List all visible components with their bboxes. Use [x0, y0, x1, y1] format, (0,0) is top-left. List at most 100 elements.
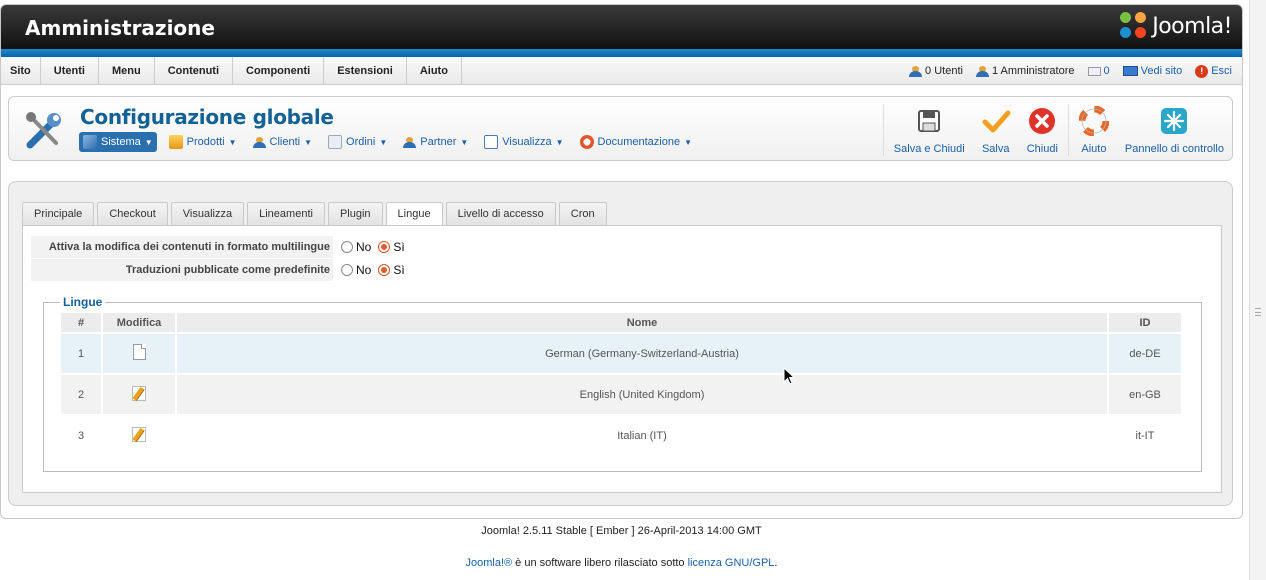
save-button[interactable]: Salva — [973, 104, 1019, 156]
logout-link[interactable]: ! Esci — [1195, 64, 1232, 78]
menu-aiuto[interactable]: Aiuto — [407, 57, 462, 85]
submenu-label: Prodotti — [186, 136, 225, 148]
submenu-label: Partner — [420, 136, 457, 148]
submenu-ordini[interactable]: Ordini ▼ — [324, 132, 391, 152]
users-icon — [252, 136, 266, 148]
tab-plugin[interactable]: Plugin — [327, 202, 383, 225]
row-num: 2 — [61, 375, 101, 414]
row-edit-cell — [103, 416, 175, 455]
license-end: . — [774, 557, 778, 569]
joomla-logo: Joomla! — [1120, 11, 1232, 41]
help-label: Aiuto — [1081, 143, 1107, 155]
joomla-wordmark: Joomla! — [1152, 13, 1232, 39]
tab-lineamenti[interactable]: Lineamenti — [247, 202, 325, 225]
logout-icon: ! — [1195, 64, 1209, 78]
close-button[interactable]: Chiudi — [1019, 104, 1066, 156]
main-menubar: Sito Utenti Menu Contenuti Componenti Es… — [1, 57, 1242, 85]
caret-down-icon: ▼ — [304, 137, 313, 147]
help-button[interactable]: Aiuto — [1071, 104, 1117, 156]
row-edit-cell — [103, 375, 175, 414]
status-bar: 0 Utenti 1 Amministratore 0 Vedi sito ! E… — [909, 57, 1232, 85]
caret-down-icon: ▼ — [460, 137, 469, 147]
table-row[interactable]: 1 German (Germany-Switzerland-Austria) d… — [61, 334, 1181, 373]
users-status: 0 Utenti — [909, 65, 963, 77]
submenu-label: Documentazione — [597, 136, 681, 148]
tab-principale[interactable]: Principale — [22, 202, 95, 225]
caret-down-icon: ▼ — [684, 137, 693, 147]
tools-icon — [26, 112, 61, 149]
table-row[interactable]: 3 Italian (IT) it-IT — [61, 416, 1181, 455]
edit-icon[interactable] — [132, 385, 146, 401]
table-row[interactable]: 2 English (United Kingdom) en-GB — [61, 375, 1181, 414]
control-panel-icon — [1161, 108, 1188, 134]
floppy-icon — [918, 110, 941, 132]
row-id: it-IT — [1109, 416, 1181, 455]
license-link[interactable]: licenza GNU/GPL — [688, 557, 775, 569]
save-close-label: Salva e Chiudi — [893, 143, 965, 155]
radio-group: No Sì — [341, 263, 405, 277]
submenu-partner[interactable]: Partner ▼ — [399, 133, 472, 151]
users-count: 0 Utenti — [925, 65, 963, 77]
submenu-sistema[interactable]: Sistema ▼ — [79, 132, 157, 152]
caret-down-icon: ▼ — [555, 137, 564, 147]
version-footer: Joomla! 2.5.11 Stable [ Ember ] 26-April… — [481, 525, 762, 537]
admin-title: Amministrazione — [25, 16, 215, 40]
toolbar-actions: Salva e Chiudi Salva Chiudi Aiuto Pannel… — [881, 104, 1232, 156]
admins-count: 1 Amministratore — [991, 65, 1075, 77]
radio-no[interactable] — [341, 241, 353, 253]
joomla-link[interactable]: Joomla!® — [466, 557, 513, 569]
control-panel-button[interactable]: Pannello di controllo — [1117, 104, 1232, 156]
partner-icon — [403, 136, 417, 148]
row-name: Italian (IT) — [177, 416, 1107, 455]
submenu-documentazione[interactable]: Documentazione ▼ — [576, 132, 696, 152]
option-label: Traduzioni pubblicate come predefinite — [31, 259, 333, 281]
tab-content-lingue: Attiva la modifica dei contenuti in form… — [22, 225, 1222, 493]
submenu-prodotti[interactable]: Prodotti ▼ — [165, 132, 241, 152]
submenu-visualizza[interactable]: Visualizza ▼ — [480, 132, 567, 152]
scrollbar-grip[interactable] — [1255, 308, 1261, 316]
toolbar-divider — [1067, 104, 1069, 156]
radio-yes[interactable] — [378, 241, 391, 253]
submenu-label: Clienti — [269, 136, 301, 148]
submenu-label: Sistema — [101, 136, 141, 148]
save-close-button[interactable]: Salva e Chiudi — [886, 104, 973, 156]
submenu-clienti[interactable]: Clienti ▼ — [249, 133, 317, 151]
close-icon — [1029, 108, 1056, 134]
tab-checkout[interactable]: Checkout — [97, 202, 168, 225]
messages-status[interactable]: 0 — [1087, 65, 1110, 77]
col-edit: Modifica — [103, 313, 175, 332]
page-title: Configurazione globale — [80, 105, 334, 129]
tab-livello-accesso[interactable]: Livello di accesso — [445, 202, 556, 225]
option-default-translations: Traduzioni pubblicate come predefinite N… — [31, 259, 405, 281]
toolbar: Configurazione globale Sistema ▼ Prodotti… — [8, 96, 1233, 161]
component-submenu: Sistema ▼ Prodotti ▼ Clienti ▼ Ordini ▼ Part… — [79, 132, 696, 152]
menu-contenuti[interactable]: Contenuti — [155, 57, 234, 85]
option-multilingual: Attiva la modifica dei contenuti in form… — [31, 236, 405, 258]
document-icon[interactable] — [132, 344, 146, 360]
message-icon — [1087, 66, 1101, 76]
vertical-scrollbar[interactable] — [1249, 0, 1266, 580]
menu-componenti[interactable]: Componenti — [233, 57, 325, 85]
radio-no[interactable] — [341, 264, 353, 276]
row-name: English (United Kingdom) — [177, 375, 1107, 414]
header-accent — [1, 49, 1242, 57]
radio-yes[interactable] — [378, 264, 391, 276]
close-label: Chiudi — [1026, 143, 1058, 155]
tab-visualizza[interactable]: Visualizza — [170, 202, 245, 225]
table-header: # Modifica Nome ID — [61, 313, 1181, 332]
submenu-label: Visualizza — [502, 136, 552, 148]
menu-estensioni[interactable]: Estensioni — [324, 57, 407, 85]
tab-lingue[interactable]: Lingue — [385, 202, 443, 226]
view-site-link[interactable]: Vedi sito — [1122, 65, 1182, 77]
joomla-mark-icon — [1120, 12, 1148, 40]
toolbar-divider — [882, 104, 884, 156]
tab-cron[interactable]: Cron — [558, 202, 607, 225]
caret-down-icon: ▼ — [228, 137, 237, 147]
menu-utenti[interactable]: Utenti — [41, 57, 99, 85]
radio-group: No Sì — [341, 240, 405, 254]
menu-sito[interactable]: Sito — [1, 57, 41, 85]
users-icon — [909, 65, 923, 77]
edit-icon[interactable] — [132, 426, 146, 442]
menu-menu[interactable]: Menu — [99, 57, 155, 85]
license-text: è un software libero rilasciato sotto — [512, 557, 688, 569]
